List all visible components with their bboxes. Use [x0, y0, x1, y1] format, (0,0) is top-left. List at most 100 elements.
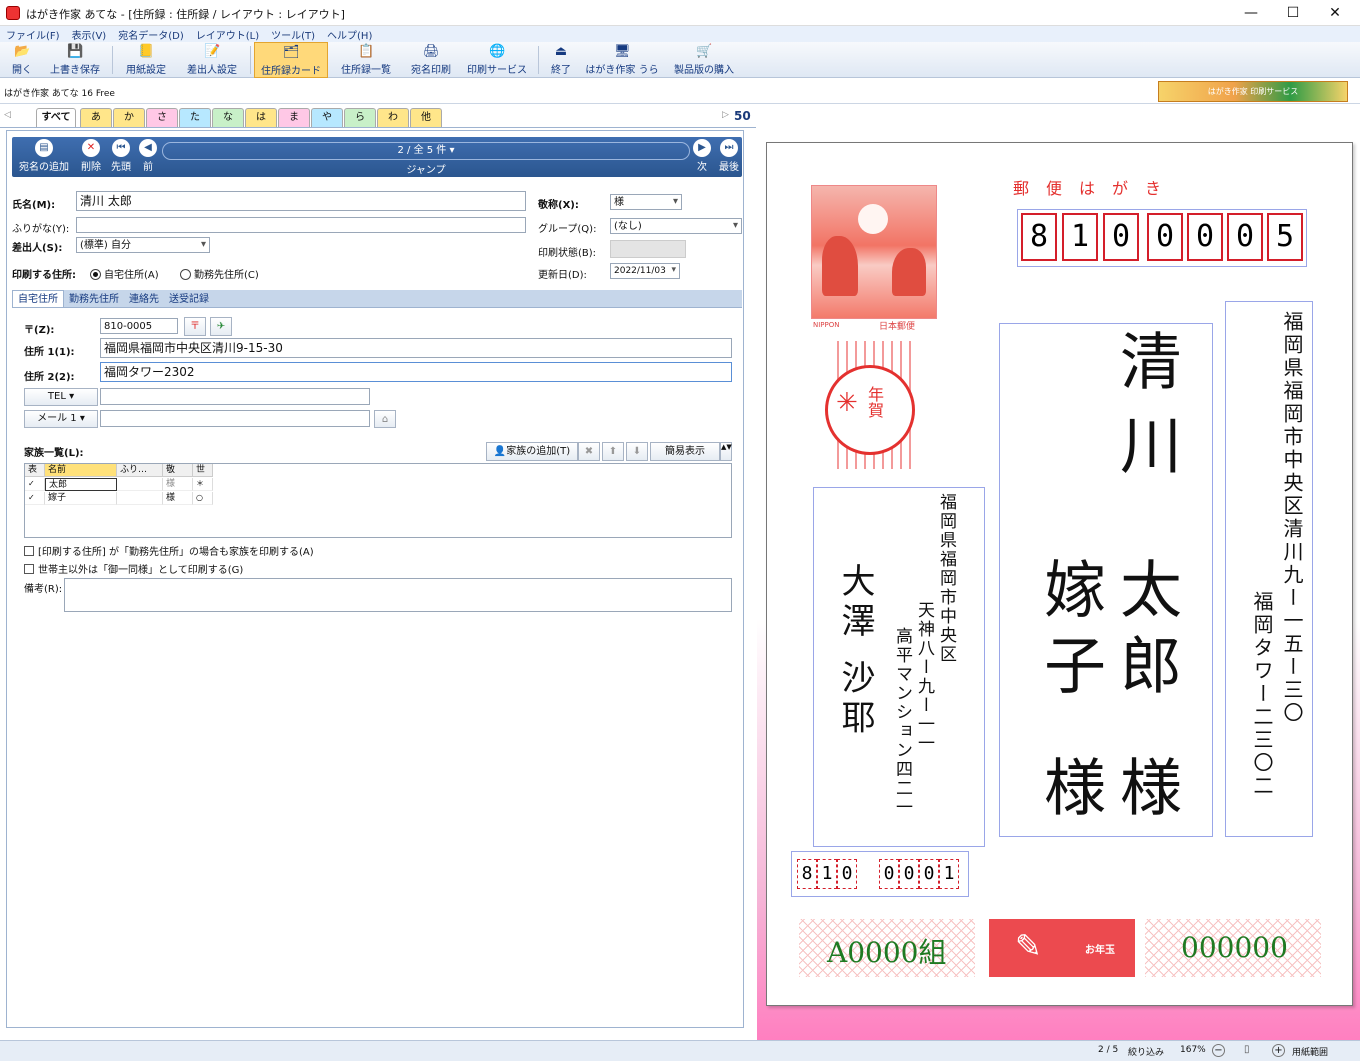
print-service-button[interactable]: 🌐 印刷サービス	[464, 42, 530, 78]
table-row-name[interactable]: 太郎	[45, 478, 117, 491]
tab-scroll-right-icon[interactable]: ▷	[722, 110, 729, 120]
row-check[interactable]: ✓	[25, 478, 45, 491]
honorific-select[interactable]: 様	[610, 194, 682, 210]
updated-date-field[interactable]: 2022/11/03	[610, 263, 680, 279]
tab-contact[interactable]: 連絡先	[124, 291, 164, 308]
zoom-slider-thumb-icon[interactable]: ▯	[1244, 1044, 1250, 1055]
exit-button[interactable]: ⏏ 終了	[544, 42, 578, 78]
checkbox-icon	[24, 546, 34, 556]
work-address-radio[interactable]: 勤務先住所(C)	[180, 266, 259, 281]
tab-scroll-left-icon[interactable]: ◁	[4, 110, 11, 120]
address2-input[interactable]: 福岡タワー2302	[100, 362, 732, 382]
mail-send-icon[interactable]: ⌂	[374, 410, 396, 428]
menu-layout[interactable]: レイアウト(L)	[190, 26, 265, 42]
table-row-honorific[interactable]: 様	[163, 492, 193, 505]
filter-label[interactable]: 絞り込み	[1128, 1045, 1164, 1058]
paper-setup-button[interactable]: 📒 用紙設定	[118, 42, 174, 78]
first-button[interactable]: ⏮ 先頭	[108, 139, 134, 173]
name-input[interactable]: 清川 太郎	[76, 191, 526, 211]
tab-wa[interactable]: わ	[377, 108, 409, 127]
tab-ha[interactable]: は	[245, 108, 277, 127]
last-button[interactable]: ⏭ 最後	[716, 139, 742, 173]
table-row-furigana[interactable]	[117, 492, 163, 505]
tab-sa[interactable]: さ	[146, 108, 178, 127]
tel-input[interactable]	[100, 388, 370, 405]
close-button[interactable]: ✕	[1312, 0, 1358, 26]
jump-dropdown[interactable]: 2 / 全 5 件 ▾	[162, 142, 690, 160]
tab-ya[interactable]: や	[311, 108, 343, 127]
minimize-button[interactable]: —	[1228, 0, 1274, 26]
menu-tools[interactable]: ツール(T)	[265, 26, 321, 42]
row-check[interactable]: ✓	[25, 492, 45, 505]
save-button[interactable]: 💾 上書き保存	[44, 42, 106, 78]
spinner-icon[interactable]: ▲▼	[720, 442, 732, 461]
sender-setup-button[interactable]: 📝 差出人設定	[180, 42, 244, 78]
mail-input[interactable]	[100, 410, 370, 427]
last-icon: ⏭	[720, 139, 738, 157]
tab-home-address[interactable]: 自宅住所	[12, 290, 64, 307]
family-print-option[interactable]: [印刷する住所] が「勤務先住所」の場合も家族を印刷する(A)	[24, 543, 314, 558]
zip-input[interactable]: 810-0005	[100, 318, 178, 334]
checkbox-icon	[24, 564, 34, 574]
recipient-honorific-2: 様	[1033, 755, 1106, 817]
table-row-name[interactable]: 嫁子	[45, 492, 117, 505]
menu-data[interactable]: 宛名データ(D)	[112, 26, 190, 42]
tab-other[interactable]: 他	[410, 108, 442, 127]
leaf-icon: ✳	[836, 388, 858, 418]
postcard-header: 郵便はがき	[1013, 179, 1179, 198]
address1-input[interactable]: 福岡県福岡市中央区清川9-15-30	[100, 338, 732, 358]
menu-help[interactable]: ヘルプ(H)	[321, 26, 378, 42]
delete-button[interactable]: ✕ 削除	[78, 139, 104, 173]
ad-banner[interactable]: はがき作家 印刷サービス	[1158, 81, 1348, 102]
table-row-head[interactable]: ＊	[193, 478, 213, 491]
zip-lookup-icon[interactable]: 〒	[184, 317, 206, 336]
menu-bar: ファイル(F) 表示(V) 宛名データ(D) レイアウト(L) ツール(T) ヘルプ(H)	[0, 26, 1360, 42]
add-record-button[interactable]: ▤ 宛名の追加	[14, 139, 74, 173]
move-down-icon[interactable]: ⬇	[626, 442, 648, 461]
menu-file[interactable]: ファイル(F)	[0, 26, 66, 42]
address-card-button[interactable]: 🗂 住所録カード	[254, 42, 328, 78]
tel-type-select[interactable]: TEL ▾	[24, 388, 98, 406]
tab-ta[interactable]: た	[179, 108, 211, 127]
kite-icon: ✎	[1015, 927, 1042, 965]
mail-type-select[interactable]: メール 1 ▾	[24, 410, 98, 428]
paper-range-label[interactable]: 用紙範囲	[1292, 1045, 1328, 1058]
menu-view[interactable]: 表示(V)	[66, 26, 113, 42]
postcard-preview[interactable]: NIPPON 日本郵便 年賀 ✳ 郵便はがき 8 1 0 0 0 0 5 福岡県…	[766, 142, 1353, 1006]
ura-icon: 🖥	[614, 44, 631, 59]
remarks-input[interactable]	[64, 578, 732, 612]
address-list-button[interactable]: 📋 住所録一覧	[334, 42, 398, 78]
home-address-radio[interactable]: 自宅住所(A)	[90, 266, 159, 281]
tab-a[interactable]: あ	[80, 108, 112, 127]
move-up-icon[interactable]: ⬆	[602, 442, 624, 461]
furigana-input[interactable]	[76, 217, 526, 233]
tab-ka[interactable]: か	[113, 108, 145, 127]
tab-na[interactable]: な	[212, 108, 244, 127]
print-icon: 🖨	[423, 44, 440, 59]
zoom-in-icon[interactable]: +	[1272, 1044, 1285, 1057]
simple-view-button[interactable]: 簡易表示	[650, 442, 720, 461]
group-select[interactable]: (なし)	[610, 218, 742, 234]
table-row-head[interactable]: ○	[193, 492, 213, 505]
tab-all[interactable]: すべて	[36, 108, 76, 127]
print-button[interactable]: 🖨 宛名印刷	[404, 42, 458, 78]
prev-button[interactable]: ◀ 前	[136, 139, 160, 173]
add-family-button[interactable]: 👤家族の追加(T)	[486, 442, 578, 461]
maximize-button[interactable]: ☐	[1270, 0, 1316, 26]
ura-button[interactable]: 🖥 はがき作家 うら	[584, 42, 660, 78]
tab-ma[interactable]: ま	[278, 108, 310, 127]
table-row-honorific[interactable]: 様	[163, 478, 193, 491]
remove-family-icon[interactable]: ✖	[578, 442, 600, 461]
tab-ra[interactable]: ら	[344, 108, 376, 127]
zoom-out-icon[interactable]: −	[1212, 1044, 1225, 1057]
tab-work-address[interactable]: 勤務先住所	[64, 291, 124, 308]
zip-digit: 0	[1187, 213, 1223, 261]
map-lookup-icon[interactable]: ✈	[210, 317, 232, 336]
table-row-furigana[interactable]	[117, 478, 163, 491]
tab-history[interactable]: 送受記録	[164, 291, 214, 308]
purchase-button[interactable]: 🛒 製品版の購入	[668, 42, 740, 78]
open-button[interactable]: 📂 開く	[4, 42, 40, 78]
next-button[interactable]: ▶ 次	[690, 139, 714, 173]
sender-select[interactable]: (標準) 自分	[76, 237, 210, 253]
group-print-option[interactable]: 世帯主以外は「御一同様」として印刷する(G)	[24, 561, 243, 576]
